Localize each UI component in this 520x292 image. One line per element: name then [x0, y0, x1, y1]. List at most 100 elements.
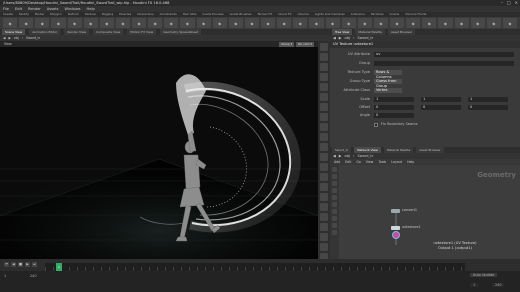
shelf-tool-icon[interactable]: ◆ [486, 18, 501, 28]
param-scale-field[interactable]: 1 [421, 97, 461, 102]
viewport-tool-icon[interactable] [320, 223, 328, 231]
param-field-group[interactable] [374, 61, 514, 66]
viewport-tool-icon[interactable] [320, 73, 328, 81]
param-scale-field[interactable]: 1 [468, 97, 508, 102]
shelf-toolbar: ◆ ◆ ◆ ◆ ◆ ◆ ◆ ◆ ◆ ◆ ◆ ◆ ◆ ◆ ◆ ◆ ◆ ◆ ◆ ◆ ◆ ◆ ◆ ◆ ◆ ◆ ◆ ◆ ◆ ◆ ◆ ◆ [0, 17, 520, 29]
end-field[interactable]: 240 [492, 283, 505, 287]
viewport-tool-icon[interactable] [320, 93, 328, 101]
viewport-tool-icon[interactable] [320, 123, 328, 131]
frame-field[interactable]: 1 [470, 283, 479, 287]
param-offset-field[interactable]: 0 [374, 105, 414, 110]
shelf-tool-icon[interactable]: ◆ [164, 18, 179, 28]
viewport-tool-icon[interactable] [320, 243, 328, 251]
viewport-tool-icon[interactable] [320, 193, 328, 201]
stop-button[interactable]: ■ [18, 262, 23, 267]
viewport-tool-strip [318, 41, 330, 261]
param-label: Texture Type [347, 70, 370, 74]
shelf-tool-icon[interactable]: ◆ [83, 18, 98, 28]
node-title-text: UV Texture uvtexture1 [333, 42, 374, 46]
param-label: Group [359, 61, 370, 65]
end-frame-field[interactable]: 240 [30, 274, 36, 278]
param-angle-field[interactable]: 0 [374, 113, 414, 118]
shelf-tool-icon[interactable]: ◆ [244, 18, 259, 28]
param-field-uv-attribute[interactable]: uv [374, 52, 514, 57]
fix-seams-checkbox[interactable] [374, 122, 378, 127]
fix-seams-label: Fix Boundary Seams [381, 122, 418, 126]
shelf-tool-icon[interactable]: ◆ [35, 18, 50, 28]
shelf-tool-icon[interactable]: ◆ [3, 18, 18, 28]
shelf-tool-icon[interactable]: ◆ [438, 18, 453, 28]
camera-menu-button[interactable]: No cam ▾ [296, 41, 314, 47]
param-label: Angle [359, 113, 370, 117]
viewport-tool-icon[interactable] [320, 43, 328, 51]
viewport-tool-icon[interactable] [320, 203, 328, 211]
shelf-tool-icon[interactable]: ◆ [261, 18, 276, 28]
shelf-tool-icon[interactable]: ◆ [357, 18, 372, 28]
shelf-tool-icon[interactable]: ◆ [277, 18, 292, 28]
shelf-tool-icon[interactable]: ◆ [406, 18, 421, 28]
network-view[interactable]: Geometry convert1 uvtexture1 uvtexture1 … [330, 165, 520, 259]
shelf-tool-icon[interactable]: ◆ [196, 18, 211, 28]
node-convert1-label: convert1 [402, 208, 418, 212]
param-scale-field[interactable]: 1 [374, 97, 414, 102]
jump-start-button[interactable]: ⏮ [4, 262, 9, 267]
viewport-tool-icon[interactable] [320, 143, 328, 151]
shelf-tool-icon[interactable]: ◆ [228, 18, 243, 28]
shelf-tool-icon[interactable]: ◆ [325, 18, 340, 28]
node-uvtexture1[interactable] [391, 226, 400, 230]
shelf-tool-icon[interactable]: ◆ [115, 18, 130, 28]
viewport-tool-icon[interactable] [320, 233, 328, 241]
param-row-group: Group [330, 60, 520, 67]
param-row-group-type: Group Type Guess from Group [330, 78, 520, 88]
shelf-tool-icon[interactable]: ◆ [148, 18, 163, 28]
viewport-tool-icon[interactable] [320, 103, 328, 111]
param-row-offset: Offset 0 0 0 [330, 104, 520, 111]
param-dropdown-group-type[interactable]: Guess from Group [374, 79, 402, 88]
viewport-tool-icon[interactable] [320, 183, 328, 191]
shelf-tool-icon[interactable]: ◆ [212, 18, 227, 28]
shelf-tool-icon[interactable]: ◆ [341, 18, 356, 28]
shelf-tool-icon[interactable]: ◆ [51, 18, 66, 28]
viewport-tool-icon[interactable] [320, 173, 328, 181]
viewport-tool-icon[interactable] [320, 53, 328, 61]
viewport-tool-icon[interactable] [320, 63, 328, 71]
param-row-uv-attribute: UV Attribute uv [330, 51, 520, 58]
shelf-tool-icon[interactable]: ◆ [502, 18, 517, 28]
start-frame-field[interactable]: 1 [4, 274, 6, 278]
shelf-tool-icon[interactable]: ◆ [309, 18, 324, 28]
viewport-tool-icon[interactable] [320, 153, 328, 161]
viewport-tool-icon[interactable] [320, 213, 328, 221]
shelf-tool-icon[interactable]: ◆ [19, 18, 34, 28]
play-button[interactable]: ▶ [25, 262, 30, 267]
param-offset-field[interactable]: 0 [421, 105, 461, 110]
param-dropdown-attribute-class[interactable]: Vertex [374, 88, 402, 93]
shelf-tool-icon[interactable]: ◆ [422, 18, 437, 28]
node-title: UV Texture uvtexture1 [330, 41, 520, 48]
jump-end-button[interactable]: ⏭ [32, 262, 37, 267]
viewport-tool-icon[interactable] [320, 113, 328, 121]
perspective-menu-button[interactable]: Persp ▾ [279, 41, 295, 47]
node-info-output: Output 1 (output1) [438, 246, 472, 250]
viewport-scene [0, 74, 318, 259]
param-offset-field[interactable]: 0 [468, 105, 508, 110]
viewport-label: View [4, 42, 12, 46]
shelf-tool-icon[interactable]: ◆ [293, 18, 308, 28]
shelf-tool-icon[interactable]: ◆ [454, 18, 469, 28]
node-convert1[interactable] [391, 209, 400, 213]
param-dropdown-texture-type[interactable]: Rows & Columns [374, 70, 402, 79]
shelf-tool-icon[interactable]: ◆ [390, 18, 405, 28]
shelf-tool-icon[interactable]: ◆ [99, 18, 114, 28]
shelf-tool-icon[interactable]: ◆ [132, 18, 147, 28]
shelf-tool-icon[interactable]: ◆ [180, 18, 195, 28]
viewport-tool-icon[interactable] [320, 163, 328, 171]
scene-viewport[interactable] [0, 47, 318, 259]
current-frame-marker[interactable]: 1 [56, 263, 62, 271]
shelf-tool-icon[interactable]: ◆ [470, 18, 485, 28]
shelf-tool-icon[interactable]: ◆ [373, 18, 388, 28]
viewport-tool-icon[interactable] [320, 133, 328, 141]
play-reverse-button[interactable]: ◀ [11, 262, 16, 267]
viewport-tool-icon[interactable] [320, 83, 328, 91]
shelf-tool-icon[interactable]: ◆ [67, 18, 82, 28]
auto-update-button[interactable]: Auto Update [470, 273, 498, 277]
display-flag-icon[interactable] [392, 231, 400, 239]
